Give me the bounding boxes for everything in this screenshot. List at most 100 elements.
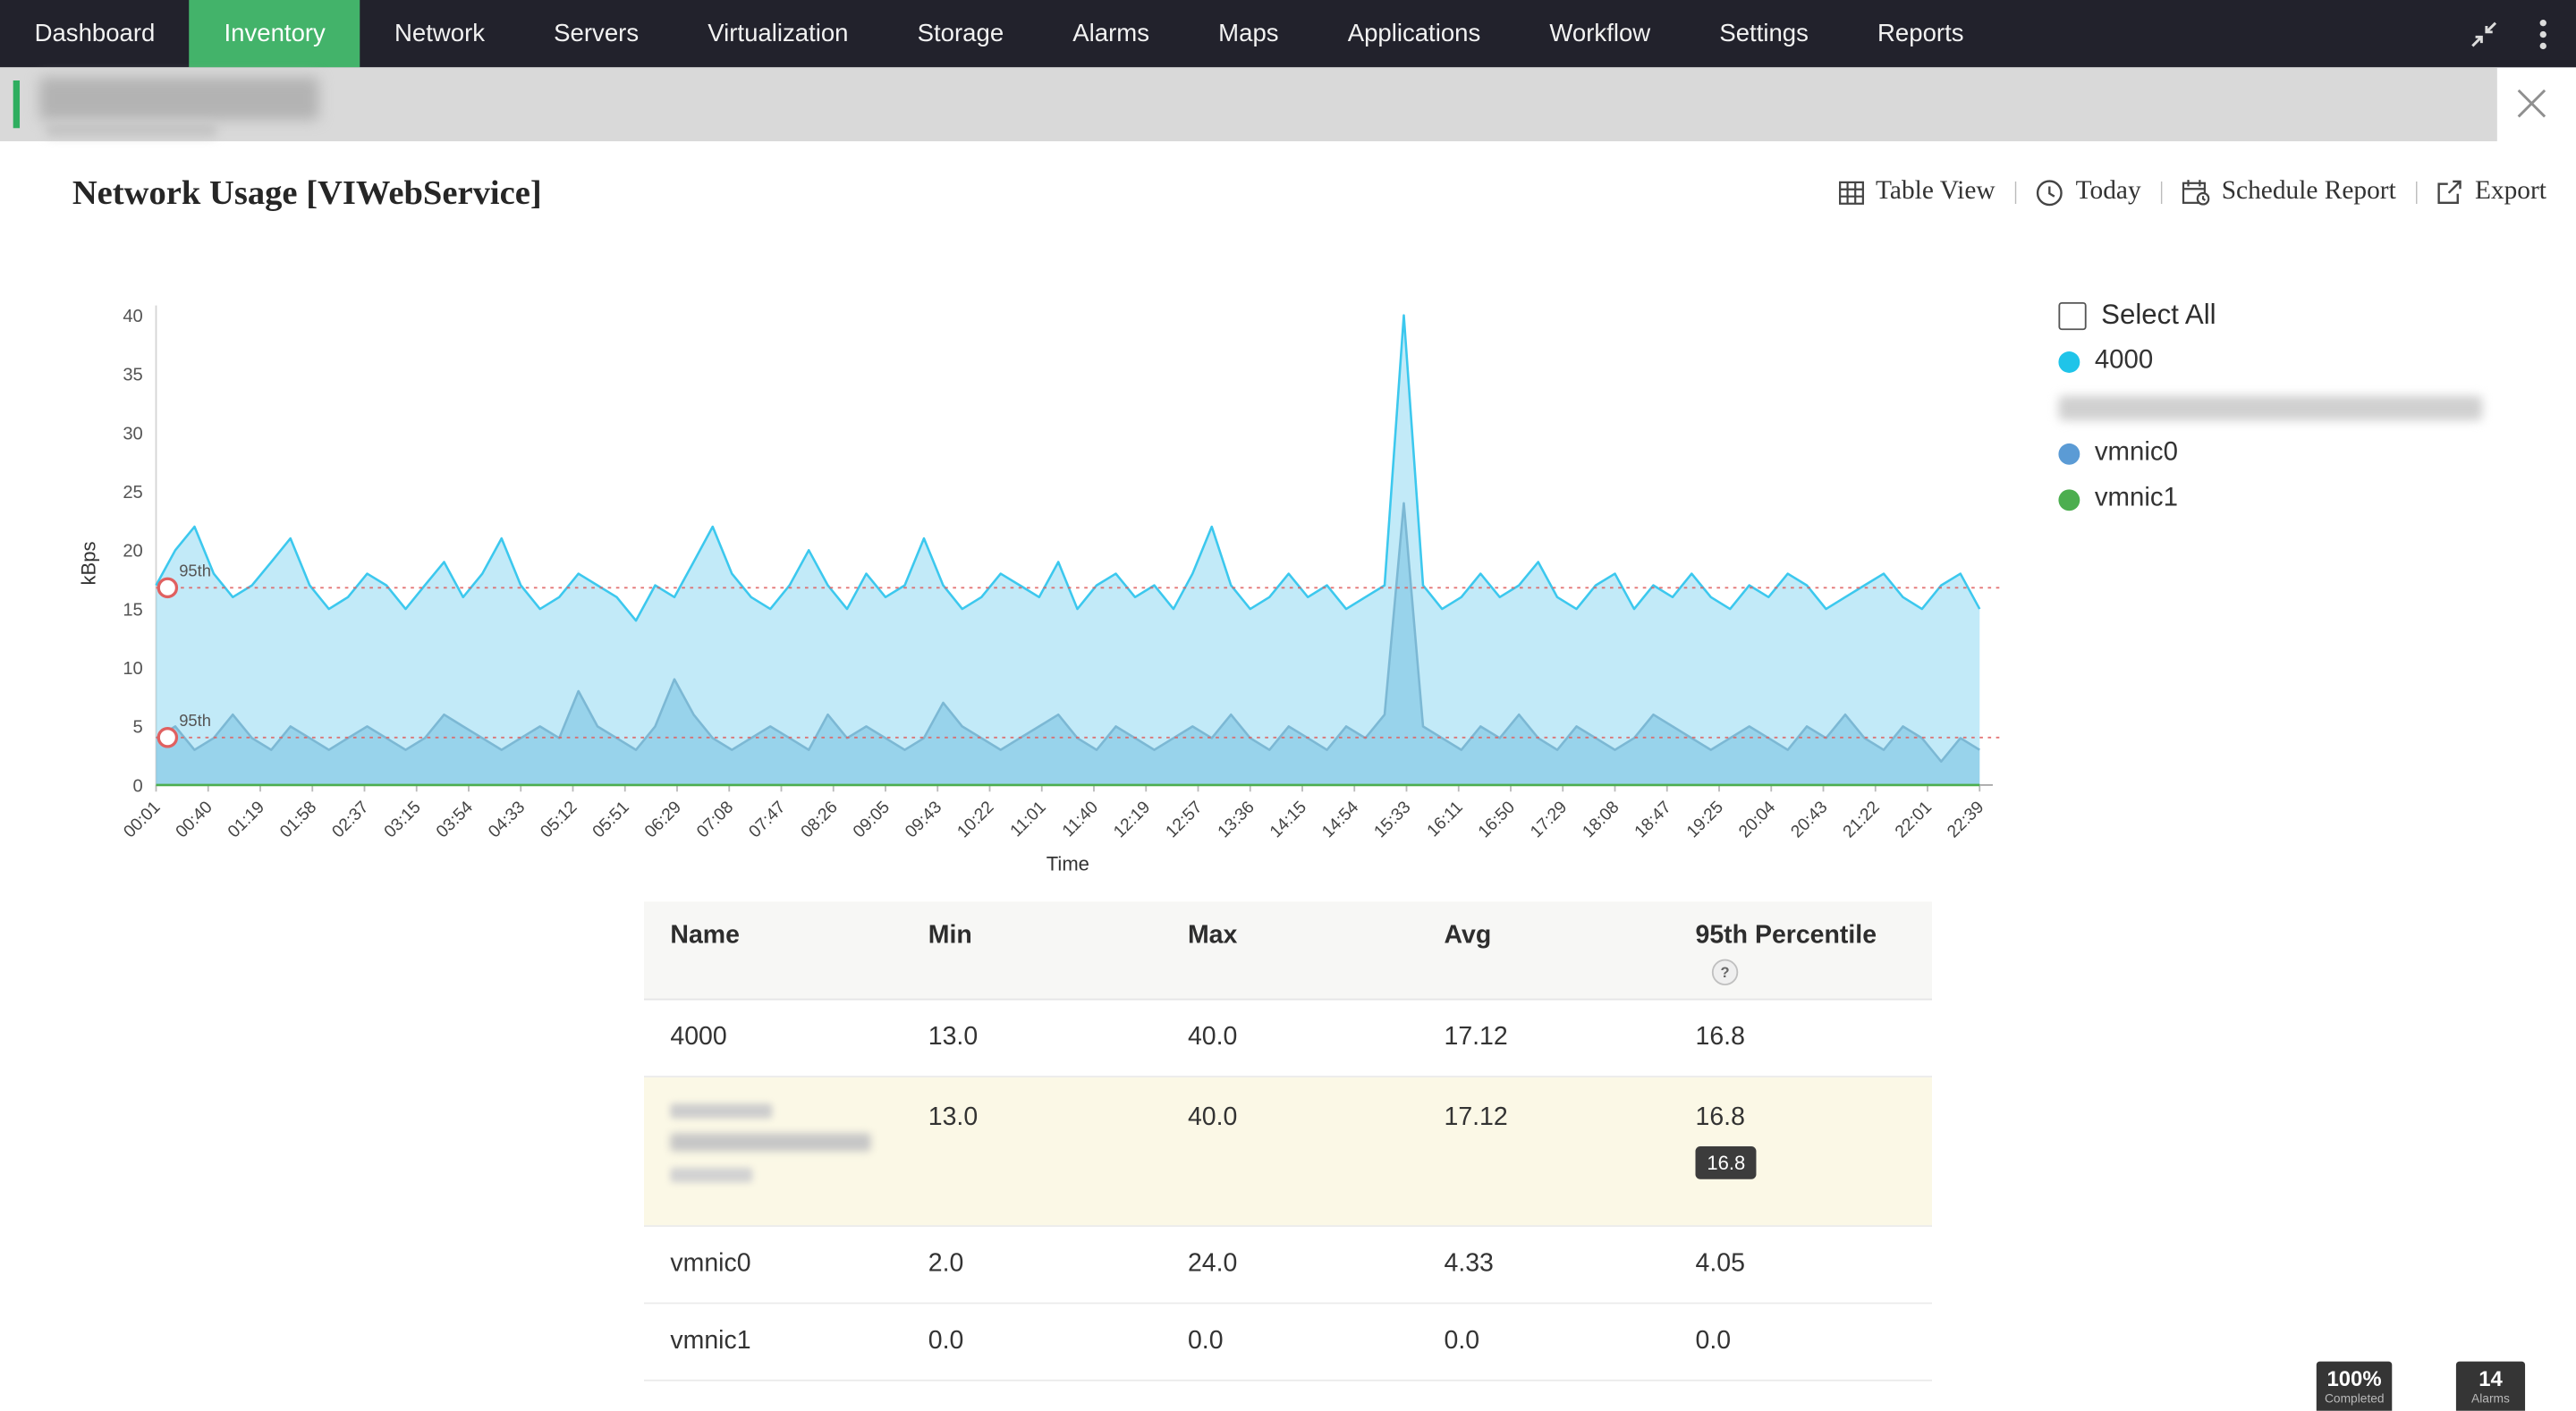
report-toolbar: Table View | Today | Schedule Report | E… — [1838, 177, 2546, 207]
nav-item-maps[interactable]: Maps — [1184, 0, 1314, 67]
svg-text:22:01: 22:01 — [1892, 798, 1936, 841]
svg-text:18:47: 18:47 — [1631, 798, 1675, 841]
svg-text:04:33: 04:33 — [485, 798, 529, 841]
svg-text:02:37: 02:37 — [329, 798, 373, 841]
legend-label-vmnic0: vmnic0 — [2095, 438, 2178, 468]
svg-text:10: 10 — [123, 659, 142, 679]
svg-text:18:08: 18:08 — [1580, 798, 1623, 841]
period-button[interactable]: Today — [2037, 177, 2141, 207]
cell-name: 4000 — [644, 1023, 902, 1052]
nav-item-servers[interactable]: Servers — [520, 0, 674, 67]
svg-text:06:29: 06:29 — [641, 798, 685, 841]
legend-redacted-label — [2058, 395, 2482, 420]
period-label: Today — [2076, 177, 2141, 207]
svg-text:03:54: 03:54 — [433, 798, 477, 841]
select-all-label: Select All — [2101, 299, 2216, 332]
statistics-table: Name Min Max Avg 95th Percentile ? 4000 … — [644, 901, 1932, 1381]
nav-item-dashboard[interactable]: Dashboard — [0, 0, 190, 67]
svg-text:Time: Time — [1046, 852, 1089, 874]
svg-text:05:51: 05:51 — [589, 798, 633, 841]
nav-item-workflow[interactable]: Workflow — [1515, 0, 1685, 67]
svg-text:10:22: 10:22 — [954, 798, 998, 841]
cell-95th: 16.8 16.8 — [1669, 1103, 1932, 1202]
cell-max: 24.0 — [1162, 1250, 1419, 1280]
svg-text:01:19: 01:19 — [225, 798, 268, 841]
table-row-vmnic1: vmnic1 0.0 0.0 0.0 0.0 — [644, 1304, 1932, 1381]
svg-text:08:26: 08:26 — [798, 798, 842, 841]
svg-text:03:15: 03:15 — [381, 798, 425, 841]
legend-item-vmnic0[interactable]: vmnic0 — [2058, 438, 2482, 468]
series-dot-vmnic0 — [2058, 443, 2080, 464]
table-row-redacted: 13.0 40.0 17.12 16.8 16.8 — [644, 1077, 1932, 1227]
percentile-help-icon[interactable]: ? — [1712, 959, 1738, 985]
svg-text:07:08: 07:08 — [693, 798, 737, 841]
svg-text:0: 0 — [133, 776, 143, 796]
series-dot-4000 — [2058, 351, 2080, 372]
legend-label-4000: 4000 — [2095, 347, 2153, 376]
alarms-count-badge[interactable]: 14 Alarms — [2456, 1362, 2525, 1411]
schedule-report-button[interactable]: Schedule Report — [2182, 177, 2396, 207]
select-all-checkbox[interactable] — [2058, 301, 2086, 329]
toolbar-separator: | — [2414, 178, 2419, 206]
progress-label: Completed — [2325, 1391, 2384, 1407]
nav-item-network[interactable]: Network — [360, 0, 519, 67]
col-name: Name — [644, 921, 902, 985]
page-title: Network Usage [VIWebService] — [72, 173, 542, 214]
banner-accent-bar — [13, 80, 20, 128]
svg-text:13:36: 13:36 — [1215, 798, 1258, 841]
svg-text:12:19: 12:19 — [1110, 798, 1154, 841]
value-tooltip: 16.8 — [1696, 1146, 1758, 1179]
svg-text:17:29: 17:29 — [1527, 798, 1571, 841]
svg-text:20: 20 — [123, 542, 142, 562]
legend-item-vmnic1[interactable]: vmnic1 — [2058, 485, 2482, 514]
nav-item-applications[interactable]: Applications — [1313, 0, 1515, 67]
svg-text:95th: 95th — [179, 711, 211, 730]
kebab-menu-icon[interactable] — [2527, 17, 2560, 50]
app-root: Dashboard Inventory Network Servers Virt… — [0, 0, 2576, 1411]
svg-text:15: 15 — [123, 600, 142, 620]
svg-text:kBps: kBps — [78, 542, 100, 586]
export-button[interactable]: Export — [2437, 177, 2546, 207]
cell-max: 40.0 — [1162, 1023, 1419, 1052]
svg-text:00:40: 00:40 — [173, 798, 216, 841]
cell-name-redacted — [644, 1103, 902, 1202]
cell-min: 0.0 — [902, 1327, 1161, 1356]
svg-text:25: 25 — [123, 483, 142, 503]
discovery-progress-badge[interactable]: 100% Completed — [2317, 1362, 2392, 1411]
table-header: Name Min Max Avg 95th Percentile ? — [644, 901, 1932, 1000]
cell-min: 13.0 — [902, 1023, 1161, 1052]
table-view-button[interactable]: Table View — [1838, 177, 1996, 207]
svg-text:01:58: 01:58 — [276, 798, 320, 841]
svg-text:16:11: 16:11 — [1424, 798, 1467, 841]
banner-redacted-subtitle — [46, 123, 216, 137]
cell-max: 0.0 — [1162, 1327, 1419, 1356]
col-avg: Avg — [1418, 921, 1669, 985]
nav-item-inventory[interactable]: Inventory — [190, 0, 360, 67]
nav-item-settings[interactable]: Settings — [1685, 0, 1843, 67]
svg-text:09:05: 09:05 — [850, 798, 894, 841]
svg-text:00:01: 00:01 — [121, 798, 165, 841]
svg-text:20:04: 20:04 — [1735, 798, 1779, 841]
chart-legend: Select All 4000 vmnic0 vmnic1 — [2058, 300, 2482, 530]
legend-item-4000[interactable]: 4000 — [2058, 347, 2482, 376]
svg-text:05:12: 05:12 — [538, 798, 581, 841]
nav-item-alarms[interactable]: Alarms — [1038, 0, 1184, 67]
select-all-row[interactable]: Select All — [2058, 300, 2482, 330]
collapse-icon[interactable] — [2468, 17, 2501, 50]
svg-text:15:33: 15:33 — [1371, 798, 1415, 841]
cell-95th: 0.0 — [1669, 1327, 1932, 1356]
nav-item-virtualization[interactable]: Virtualization — [674, 0, 883, 67]
cell-95th: 4.05 — [1669, 1250, 1932, 1280]
cell-avg: 4.33 — [1418, 1250, 1669, 1280]
cell-avg: 0.0 — [1418, 1327, 1669, 1356]
banner-redacted-title — [39, 77, 318, 120]
svg-text:12:57: 12:57 — [1163, 798, 1207, 841]
legend-item-redacted[interactable] — [2058, 393, 2482, 422]
banner-close-icon[interactable] — [2511, 82, 2554, 125]
nav-item-reports[interactable]: Reports — [1843, 0, 1998, 67]
nav-item-storage[interactable]: Storage — [883, 0, 1038, 67]
svg-text:19:25: 19:25 — [1683, 798, 1727, 841]
top-nav: Dashboard Inventory Network Servers Virt… — [0, 0, 2576, 67]
svg-text:35: 35 — [123, 366, 142, 385]
schedule-report-label: Schedule Report — [2222, 177, 2396, 207]
